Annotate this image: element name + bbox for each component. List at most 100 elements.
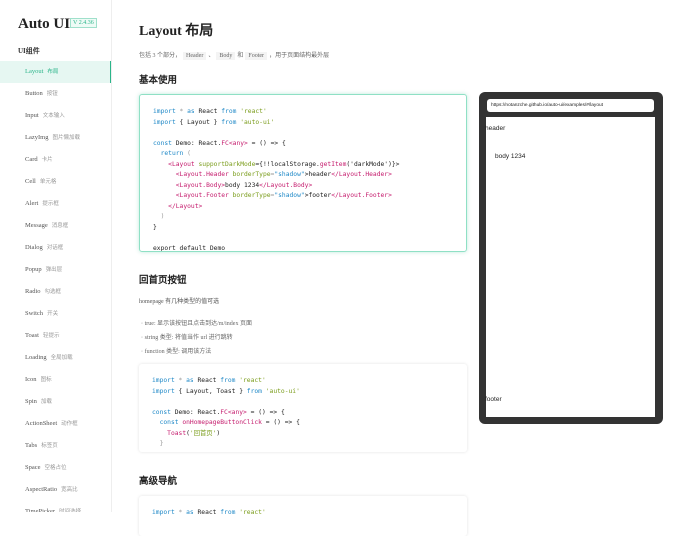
intro-pre: 包括 3 个部分， xyxy=(139,53,182,59)
code-token: import xyxy=(153,118,176,126)
code-token: body 1234 xyxy=(225,181,260,189)
logo[interactable]: Auto UI xyxy=(18,16,70,33)
sidebar-item-cn-label: 动作框 xyxy=(61,421,78,427)
homepage-desc: homepage 有几种类型的值可选 xyxy=(139,299,220,305)
sidebar-item-popup[interactable]: Popup 弹出层 xyxy=(0,259,111,281)
sidebar: Auto UI V 2.4.36 UI组件 Layout 布局 Button 按钮 In… xyxy=(0,0,112,512)
sidebar-item-tabs[interactable]: Tabs 标签页 xyxy=(0,435,111,457)
sidebar-item-alert[interactable]: Alert 提示框 xyxy=(0,193,111,215)
sidebar-item-cn-label: 空格占位 xyxy=(44,465,67,471)
sidebar-item-dialog[interactable]: Dialog 对话框 xyxy=(0,237,111,259)
code-token: <any> xyxy=(227,408,247,416)
code-token: } xyxy=(153,223,157,231)
section-homepage-title: 回首页按钮 xyxy=(139,276,187,286)
sidebar-item-aspectratio[interactable]: AspectRatio 宽高比 xyxy=(0,479,111,501)
code-token: <Layout.Header xyxy=(153,171,233,178)
page-title: Layout 布局 xyxy=(139,24,214,39)
sidebar-nav: Layout 布局 Button 按钮 Input 文本输入 LazyImg 图片懒加载 Car… xyxy=(0,61,111,512)
sidebar-item-input[interactable]: Input 文本输入 xyxy=(0,105,111,127)
preview-body: body 1234 xyxy=(495,153,526,160)
code-block-homepage[interactable]: import * as React from 'react' import { L… xyxy=(139,364,467,452)
code-block-basic[interactable]: import * as React from 'react' import { L… xyxy=(139,94,467,252)
code-line: import { Layout, Toast } from 'auto-ui' xyxy=(152,387,454,398)
tag-body: Body xyxy=(216,52,236,60)
sidebar-item-message[interactable]: Message 消息框 xyxy=(0,215,111,237)
code-token: ) xyxy=(216,429,221,437)
sidebar-item-cn-label: 消息框 xyxy=(51,223,69,229)
sidebar-item-label: Alert xyxy=(25,200,39,207)
code-line: <Layout.Body>body 1234</Layout.Body> xyxy=(153,181,453,192)
code-token: from xyxy=(220,377,236,384)
version-badge: V 2.4.36 xyxy=(70,18,97,28)
sidebar-item-space[interactable]: Space 空格占位 xyxy=(0,457,111,479)
code-token: = () => { xyxy=(246,408,285,416)
code-token: ) xyxy=(153,213,165,220)
intro-sep: 和 xyxy=(237,53,244,59)
sidebar-item-label: Dialog xyxy=(25,244,43,251)
list-item: function 类型: 调用该方法 xyxy=(141,346,212,355)
sidebar-item-label: Loading xyxy=(25,354,47,361)
sidebar-item-radio[interactable]: Radio 勾选框 xyxy=(0,281,111,303)
code-token: <Layout xyxy=(153,160,199,168)
code-token: Demo: React. xyxy=(170,408,221,416)
sidebar-item-cn-label: 对话框 xyxy=(46,245,64,251)
code-token: borderType xyxy=(232,192,271,199)
preview-url-bar[interactable]: https://notanzche.github.io/auto-ui/exam… xyxy=(487,99,654,112)
code-token: const xyxy=(153,139,172,147)
sidebar-item-cn-label: 全局加载 xyxy=(50,355,73,361)
code-token: } xyxy=(152,440,164,447)
code-token: from xyxy=(246,387,262,395)
sidebar-item-cn-label: 按钮 xyxy=(46,91,58,97)
sidebar-item-spin[interactable]: Spin 加载 xyxy=(0,391,111,413)
sidebar-item-cn-label: 开关 xyxy=(47,311,59,317)
code-token: Toast xyxy=(152,429,187,437)
sidebar-item-label: Space xyxy=(25,464,41,471)
sidebar-item-cn-label: 提示框 xyxy=(42,201,59,207)
sidebar-item-button[interactable]: Button 按钮 xyxy=(0,83,111,105)
sidebar-item-toast[interactable]: Toast 轻提示 xyxy=(0,325,111,347)
code-line: <Layout supportDarkMode={!!localStorage.… xyxy=(153,160,453,171)
code-token: 'react' xyxy=(236,108,267,115)
sidebar-item-label: Radio xyxy=(25,288,41,295)
sidebar-item-switch[interactable]: Switch 开关 xyxy=(0,303,111,325)
sidebar-item-label: Input xyxy=(25,112,39,119)
sidebar-item-lazyimg[interactable]: LazyImg 图片懒加载 xyxy=(0,127,111,149)
code-token: import xyxy=(152,509,175,516)
code-line: } xyxy=(152,439,454,450)
nav-group-title: UI组件 xyxy=(18,47,40,55)
sidebar-item-label: LazyImg xyxy=(25,134,49,141)
intro-post: ，用于页面结构最外层 xyxy=(269,53,330,59)
sidebar-item-cn-label: 单元格 xyxy=(39,179,57,185)
sidebar-item-cn-label: 文本输入 xyxy=(42,113,65,119)
code-token: ( xyxy=(183,150,191,157)
sidebar-item-label: ActionSheet xyxy=(25,420,58,427)
section-nav-title: 高级导航 xyxy=(139,477,178,487)
code-token: </Layout.Footer> xyxy=(331,192,392,199)
list-item: string 类型: 将值当作 url 进行跳转 xyxy=(141,332,233,341)
sidebar-item-label: Message xyxy=(25,222,48,229)
code-token: { Layout } xyxy=(175,118,222,126)
code-line: const Demo: React.FC<any> = () => { xyxy=(152,408,454,419)
code-token: <Layout.Body> xyxy=(153,181,226,189)
sidebar-item-loading[interactable]: Loading 全局加载 xyxy=(0,347,111,369)
sidebar-item-layout[interactable]: Layout 布局 xyxy=(0,61,111,83)
sidebar-item-timepicker[interactable]: TimePicker 时间选择 xyxy=(0,501,111,512)
code-token: from xyxy=(221,108,237,115)
preview-header: header xyxy=(485,125,506,132)
sidebar-item-icon[interactable]: Icon 图标 xyxy=(0,369,111,391)
code-token: </Layout.Header> xyxy=(331,171,392,178)
code-token: const xyxy=(152,419,183,426)
code-token: as xyxy=(186,509,194,516)
sidebar-item-label: Toast xyxy=(25,332,39,339)
sidebar-item-label: Layout xyxy=(25,68,44,75)
code-block-nav[interactable]: import * as React from 'react' xyxy=(139,496,467,536)
code-token: from xyxy=(221,118,237,126)
sidebar-item-actionsheet[interactable]: ActionSheet 动作框 xyxy=(0,413,111,435)
code-token: ('darkMode')}> xyxy=(346,160,400,168)
code-token: = () => { xyxy=(247,139,286,147)
sidebar-item-cell[interactable]: Cell 单元格 xyxy=(0,171,111,193)
sidebar-item-card[interactable]: Card 卡片 xyxy=(0,149,111,171)
